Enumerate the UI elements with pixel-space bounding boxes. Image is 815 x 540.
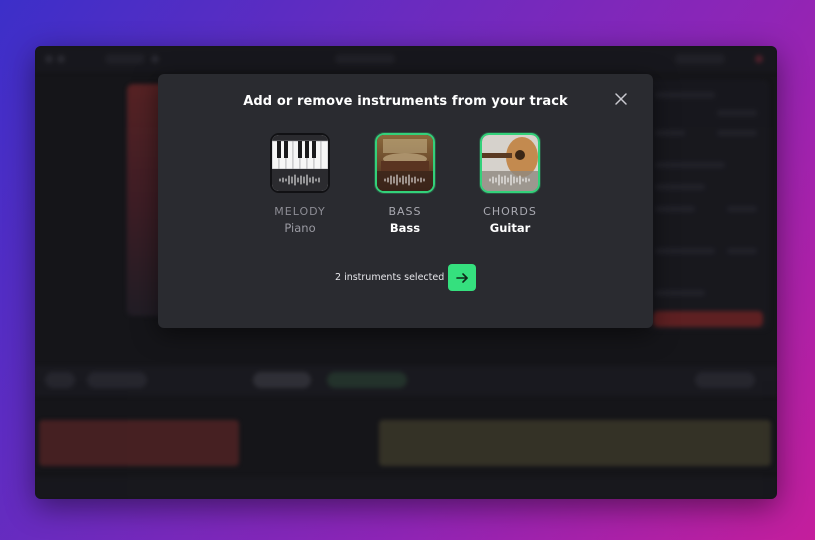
instrument-name: Piano xyxy=(284,221,316,235)
instrument-thumbnail-bass xyxy=(375,133,435,193)
instrument-modal: Add or remove instruments from your trac… xyxy=(158,74,653,328)
instrument-name: Guitar xyxy=(489,221,531,235)
instrument-category: BASS xyxy=(388,205,422,218)
instrument-option-bass[interactable]: BASS Bass xyxy=(350,133,460,235)
instrument-category: CHORDS xyxy=(483,205,537,218)
instrument-name: Bass xyxy=(389,221,421,235)
modal-title: Add or remove instruments from your trac… xyxy=(243,94,568,109)
instrument-option-melody[interactable]: MELODY Piano xyxy=(245,133,355,235)
piano-icon xyxy=(272,135,328,191)
background-track-olive xyxy=(379,420,771,466)
instrument-option-chords[interactable]: CHORDS Guitar xyxy=(455,133,565,235)
close-button[interactable] xyxy=(612,90,630,108)
background-side-panel xyxy=(647,80,769,330)
instrument-thumbnail-piano xyxy=(270,133,330,193)
arrow-right-icon xyxy=(456,272,468,283)
background-red-button xyxy=(653,311,763,327)
guitar-icon xyxy=(482,135,538,191)
background-bottombar xyxy=(35,477,777,499)
instrument-category: MELODY xyxy=(274,205,326,218)
next-button[interactable] xyxy=(448,264,476,291)
background-topbar xyxy=(35,46,777,72)
selection-status: 2 instruments selected xyxy=(335,272,445,283)
bass-icon xyxy=(377,135,433,191)
instrument-thumbnail-guitar xyxy=(480,133,540,193)
background-track-red xyxy=(39,420,239,466)
close-icon xyxy=(615,93,627,105)
